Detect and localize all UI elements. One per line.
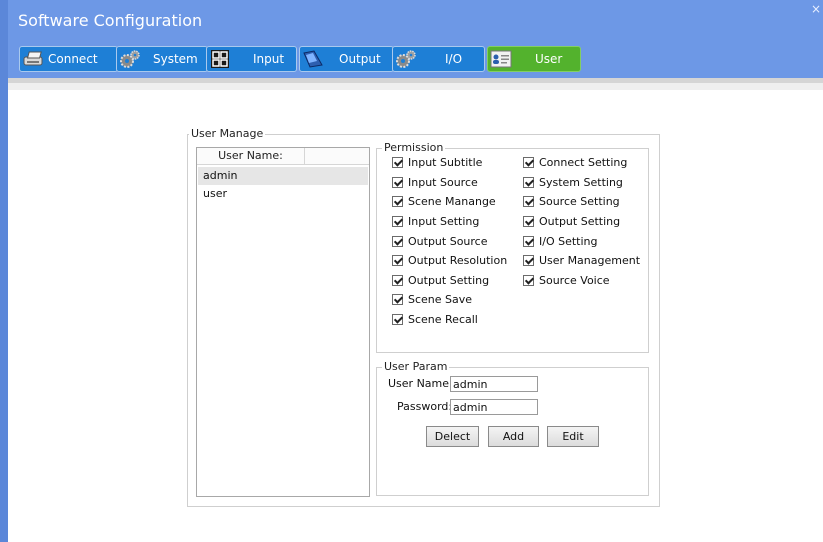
checkbox[interactable] — [392, 196, 403, 207]
tab-io[interactable]: I/O — [392, 46, 485, 72]
tab-user[interactable]: User — [487, 46, 581, 72]
checkbox[interactable] — [392, 314, 403, 325]
checkbox[interactable] — [523, 216, 534, 227]
list-item-admin[interactable]: admin — [198, 167, 368, 185]
checkbox[interactable] — [392, 236, 403, 247]
tab-bar: Connect System Input Output I/O User — [8, 41, 823, 78]
gears-icon — [396, 50, 416, 68]
tab-input[interactable]: Input — [206, 46, 297, 72]
projector-icon — [303, 50, 323, 68]
close-icon[interactable]: × — [811, 2, 821, 16]
checkbox[interactable] — [523, 275, 534, 286]
user-card-icon — [490, 50, 512, 68]
tab-output[interactable]: Output — [299, 46, 394, 72]
tab-system[interactable]: System — [116, 46, 208, 72]
tab-system-label: System — [153, 52, 198, 66]
title-bar: Software Configuration × — [8, 0, 823, 41]
password-field[interactable] — [450, 399, 538, 415]
password-label: Password: — [397, 400, 453, 413]
toolbar-shadow — [8, 83, 823, 90]
printer-icon — [23, 51, 43, 66]
checkbox[interactable] — [392, 294, 403, 305]
user-list[interactable]: User Name: admin user — [196, 147, 370, 497]
window-title: Software Configuration — [18, 11, 203, 30]
checkbox[interactable] — [523, 177, 534, 188]
user-manage-legend: User Manage — [189, 127, 266, 140]
checkbox[interactable] — [392, 216, 403, 227]
checkbox[interactable] — [523, 196, 534, 207]
add-button[interactable]: Add — [488, 426, 539, 447]
tab-connect-label: Connect — [48, 52, 98, 66]
checkbox[interactable] — [392, 157, 403, 168]
username-label: User Name: — [388, 377, 453, 390]
list-item-user[interactable]: user — [198, 185, 368, 203]
username-field[interactable] — [450, 376, 538, 392]
gears-icon — [120, 50, 140, 68]
tab-input-label: Input — [253, 52, 285, 66]
column-header-username[interactable]: User Name: — [197, 148, 305, 164]
checkbox[interactable] — [523, 255, 534, 266]
checkbox[interactable] — [523, 236, 534, 247]
checkbox[interactable] — [392, 255, 403, 266]
checkbox[interactable] — [523, 157, 534, 168]
tab-connect[interactable]: Connect — [19, 46, 118, 72]
permission-legend: Permission — [382, 141, 446, 154]
delete-button[interactable]: Delect — [426, 426, 479, 447]
tab-io-label: I/O — [445, 52, 463, 66]
user-param-legend: User Param — [382, 360, 450, 373]
tab-output-label: Output — [339, 52, 381, 66]
edit-button[interactable]: Edit — [547, 426, 599, 447]
window-left-border — [0, 0, 8, 542]
tab-user-label: User — [535, 52, 563, 66]
grid-icon — [211, 50, 229, 68]
list-header: User Name: — [197, 148, 369, 165]
checkbox[interactable] — [392, 177, 403, 188]
checkbox[interactable] — [392, 275, 403, 286]
